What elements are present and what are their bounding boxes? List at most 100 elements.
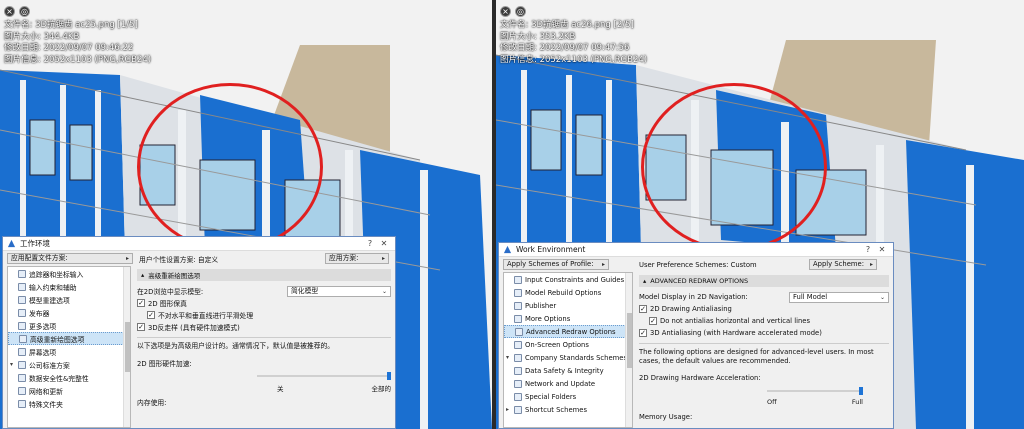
tree-item[interactable]: Network and Update (504, 377, 632, 390)
chevron-down-icon: ⌄ (381, 287, 387, 295)
image-info: 图片信息: 2052x1103 (PNG,RGB24) (4, 54, 152, 65)
settings-page-icon (514, 366, 522, 375)
tree-item[interactable]: Data Safety & Integrity (504, 364, 632, 377)
tree-item-label: 数据安全性&完整性 (29, 374, 89, 383)
settings-page-icon (514, 392, 522, 401)
slider-knob[interactable] (859, 387, 863, 395)
antialiasing-3d-label: 3D Antialiasing (with Hardware accelerat… (650, 329, 822, 337)
antialiasing-3d-label: 3D反走样 (具有硬件加速模式) (148, 324, 240, 332)
file-size: 图片大小: 344.4KB (4, 31, 80, 42)
slider-full-label: 全部的 (371, 385, 392, 393)
file-name: 文件名: 3D抗锯齿 ac25.png [1/5] (4, 20, 138, 30)
tree-item[interactable]: Input Constraints and Guides (504, 273, 632, 286)
tree-scrollbar[interactable] (123, 267, 130, 427)
chevron-down-icon: ⌄ (879, 293, 885, 301)
close-button[interactable]: ✕ (875, 245, 889, 254)
tree-item-label: Shortcut Schemes (525, 405, 587, 414)
expand-icon[interactable]: ▾ (10, 361, 18, 368)
tree-item[interactable]: More Options (504, 312, 632, 325)
apply-scheme-dropdown[interactable]: Apply Schemes of Profile: ▸ (503, 259, 609, 270)
expand-icon[interactable]: ▾ (506, 354, 514, 361)
settings-page-icon (514, 301, 522, 310)
apply-button-label: Apply Scheme: (813, 260, 864, 268)
settings-page-icon (514, 314, 522, 323)
tree-item[interactable]: 特殊文件夹 (8, 397, 130, 410)
display-model-label: 在2D浏览中显示模型: (137, 288, 204, 296)
antialiasing-3d-checkbox[interactable]: ✓ (137, 323, 145, 331)
close-icon[interactable]: × (4, 6, 15, 17)
triangle-right-icon: ▸ (381, 255, 385, 262)
memory-usage-label: Memory Usage: (639, 413, 693, 421)
tree-item-label: Input Constraints and Guides (525, 275, 625, 284)
tree-item[interactable]: Model Rebuild Options (504, 286, 632, 299)
settings-page-icon (514, 353, 522, 362)
triangle-down-icon: ▴ (141, 271, 145, 279)
help-button[interactable]: ? (363, 239, 377, 248)
tree-item[interactable]: 追踪器和坐标输入 (8, 267, 130, 280)
tree-item[interactable]: 网络和更新 (8, 384, 130, 397)
settings-page-icon (514, 379, 522, 388)
dialog-titlebar: 工作环境 ? ✕ (3, 237, 395, 251)
settings-tree: 追踪器和坐标输入 输入约束和辅助 模型重建选项 发布器 更多选项 高级重新绘图选项 屏幕选项… (7, 266, 131, 428)
tree-item[interactable]: 屏幕选项 (8, 345, 130, 358)
hw-accel-label: 2D Drawing Hardware Acceleration: (639, 374, 761, 382)
settings-page-icon (18, 347, 26, 356)
settings-icon[interactable]: ◎ (19, 6, 30, 17)
display-model-value: 简化模型 (291, 286, 319, 295)
tree-scrollbar[interactable] (625, 273, 632, 427)
tree-item[interactable]: 高级重新绘图选项 (8, 332, 130, 345)
tree-item-label: On-Screen Options (525, 340, 589, 349)
settings-page-icon (18, 386, 26, 395)
tree-item[interactable]: Publisher (504, 299, 632, 312)
image-info: 图片信息: 2052x1103 (PNG,RGB24) (500, 54, 648, 65)
expand-icon[interactable]: ▸ (506, 406, 514, 413)
apply-scheme-button[interactable]: 应用方案: ▸ (325, 253, 389, 264)
scrollbar-thumb[interactable] (125, 322, 130, 372)
tree-item-label: 输入约束和辅助 (29, 283, 77, 292)
tree-item[interactable]: ▾ Company Standards Schemes (504, 351, 632, 364)
tree-item[interactable]: 输入约束和辅助 (8, 280, 130, 293)
hw-accel-slider[interactable] (767, 387, 863, 395)
display-model-select[interactable]: 简化模型 ⌄ (287, 285, 391, 297)
dialog-title: Work Environment (516, 245, 586, 254)
no-hv-antialias-checkbox[interactable]: ✓ (649, 317, 657, 325)
tree-item[interactable]: 发布器 (8, 306, 130, 319)
tree-item[interactable]: 数据安全性&完整性 (8, 371, 130, 384)
scrollbar-thumb[interactable] (627, 313, 632, 368)
tree-item[interactable]: Special Folders (504, 390, 632, 403)
tree-item[interactable]: Advanced Redraw Options (504, 325, 632, 338)
close-icon[interactable]: × (500, 6, 511, 17)
tree-item-label: 特殊文件夹 (29, 400, 63, 409)
antialiasing-2d-checkbox[interactable]: ✓ (137, 299, 145, 307)
settings-page-icon (514, 405, 522, 414)
tree-item[interactable]: 更多选项 (8, 319, 130, 332)
modified-date: 修改日期: 2022/09/07 09:46:22 (4, 43, 134, 53)
antialiasing-2d-checkbox[interactable]: ✓ (639, 305, 647, 313)
hw-accel-slider[interactable] (257, 372, 391, 380)
no-hv-antialias-checkbox[interactable]: ✓ (147, 311, 155, 319)
tree-item-label: Company Standards Schemes (525, 353, 628, 362)
no-hv-antialias-label: Do not antialias horizontal and vertical… (660, 317, 810, 325)
close-button[interactable]: ✕ (377, 239, 391, 248)
antialiasing-3d-checkbox[interactable]: ✓ (639, 329, 647, 337)
slider-track (767, 390, 863, 392)
help-button[interactable]: ? (861, 245, 875, 254)
tree-item[interactable]: ▸ Shortcut Schemes (504, 403, 632, 416)
tree-item-label: 发布器 (29, 309, 50, 318)
display-model-select[interactable]: Full Model ⌄ (789, 291, 889, 303)
image-viewer-comparison: × ◎ 文件名: 3D抗锯齿 ac25.png [1/5] 图片大小: 344.… (0, 0, 1024, 429)
slider-full-label: Full (851, 398, 863, 406)
tree-item-label: 模型重建选项 (29, 296, 70, 305)
apply-scheme-dropdown[interactable]: 应用配置文件方案: ▸ (7, 253, 133, 264)
tree-item-label: 追踪器和坐标输入 (29, 270, 84, 279)
no-hv-antialias-label: 不对水平和垂直线进行平滑处理 (158, 312, 254, 320)
tree-item[interactable]: ▾ 公司标准方案 (8, 358, 130, 371)
tree-item[interactable]: On-Screen Options (504, 338, 632, 351)
settings-icon[interactable]: ◎ (515, 6, 526, 17)
section-title: 高级重新绘图选项 (148, 272, 201, 280)
slider-knob[interactable] (387, 372, 391, 380)
tree-item-label: Data Safety & Integrity (525, 366, 604, 375)
display-model-label: Model Display in 2D Navigation: (639, 293, 748, 301)
tree-item[interactable]: 模型重建选项 (8, 293, 130, 306)
apply-scheme-button[interactable]: Apply Scheme: ▸ (809, 259, 877, 270)
